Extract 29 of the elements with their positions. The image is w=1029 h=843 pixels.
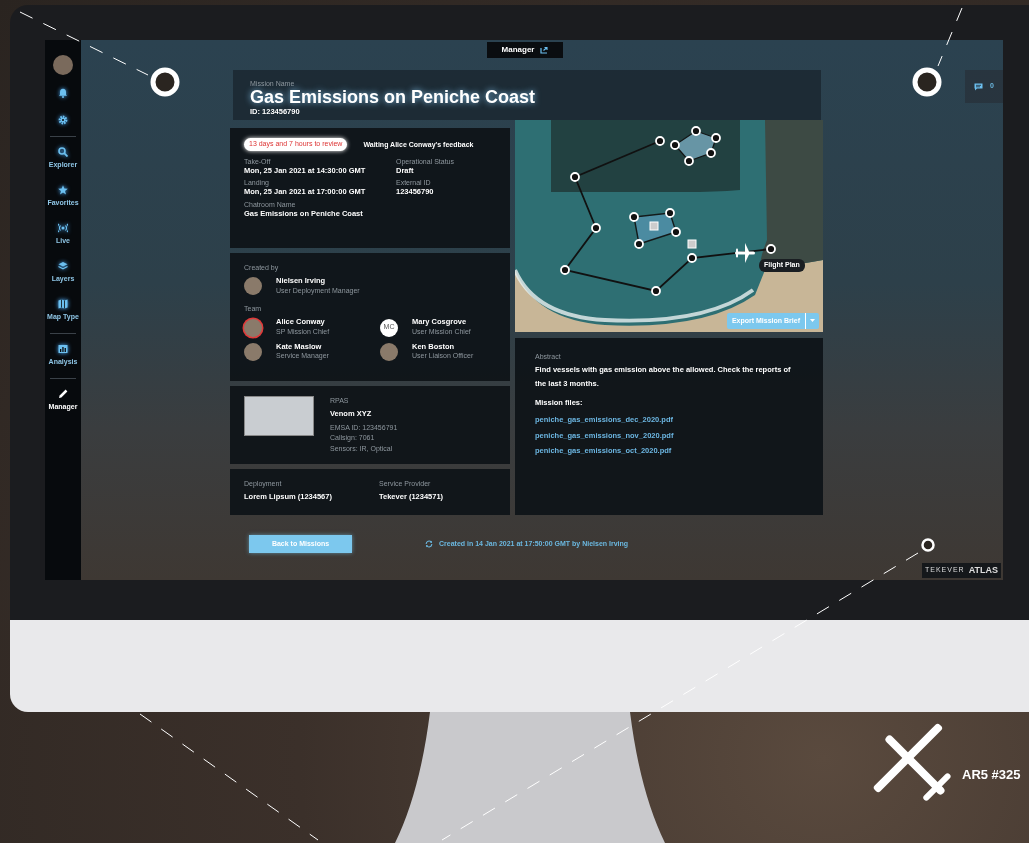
image-marker xyxy=(687,239,697,249)
area-polygon xyxy=(670,126,721,166)
user-avatar[interactable] xyxy=(53,55,73,75)
image-marker xyxy=(649,221,659,231)
caption-text: AR5 #325 xyxy=(962,766,1021,784)
caret-icon xyxy=(810,319,815,323)
airplane-icon xyxy=(872,722,952,802)
expand-icon xyxy=(540,46,549,54)
star-icon xyxy=(58,185,68,196)
settings-icon xyxy=(58,114,68,125)
layers-icon xyxy=(58,261,68,272)
broadcast-icon xyxy=(58,223,68,234)
airplane-icon xyxy=(735,243,755,263)
search-icon xyxy=(58,147,68,158)
chart-icon xyxy=(58,344,68,355)
chat-icon xyxy=(974,82,984,91)
photo-placeholder xyxy=(244,396,314,436)
map-icon xyxy=(58,299,68,310)
ring-marker xyxy=(150,67,180,97)
ring-marker xyxy=(912,67,942,97)
ring-marker xyxy=(921,538,935,552)
avatar-placeholder xyxy=(244,277,262,296)
manager-tab[interactable]: Manager xyxy=(487,42,563,58)
mission-title: Gas Emissions on Peniche Coast xyxy=(250,88,537,107)
pencil-icon xyxy=(58,389,68,400)
area-polygon xyxy=(629,208,681,249)
bell-icon xyxy=(58,87,68,98)
refresh-icon xyxy=(425,540,433,549)
dashed-line xyxy=(937,7,963,67)
